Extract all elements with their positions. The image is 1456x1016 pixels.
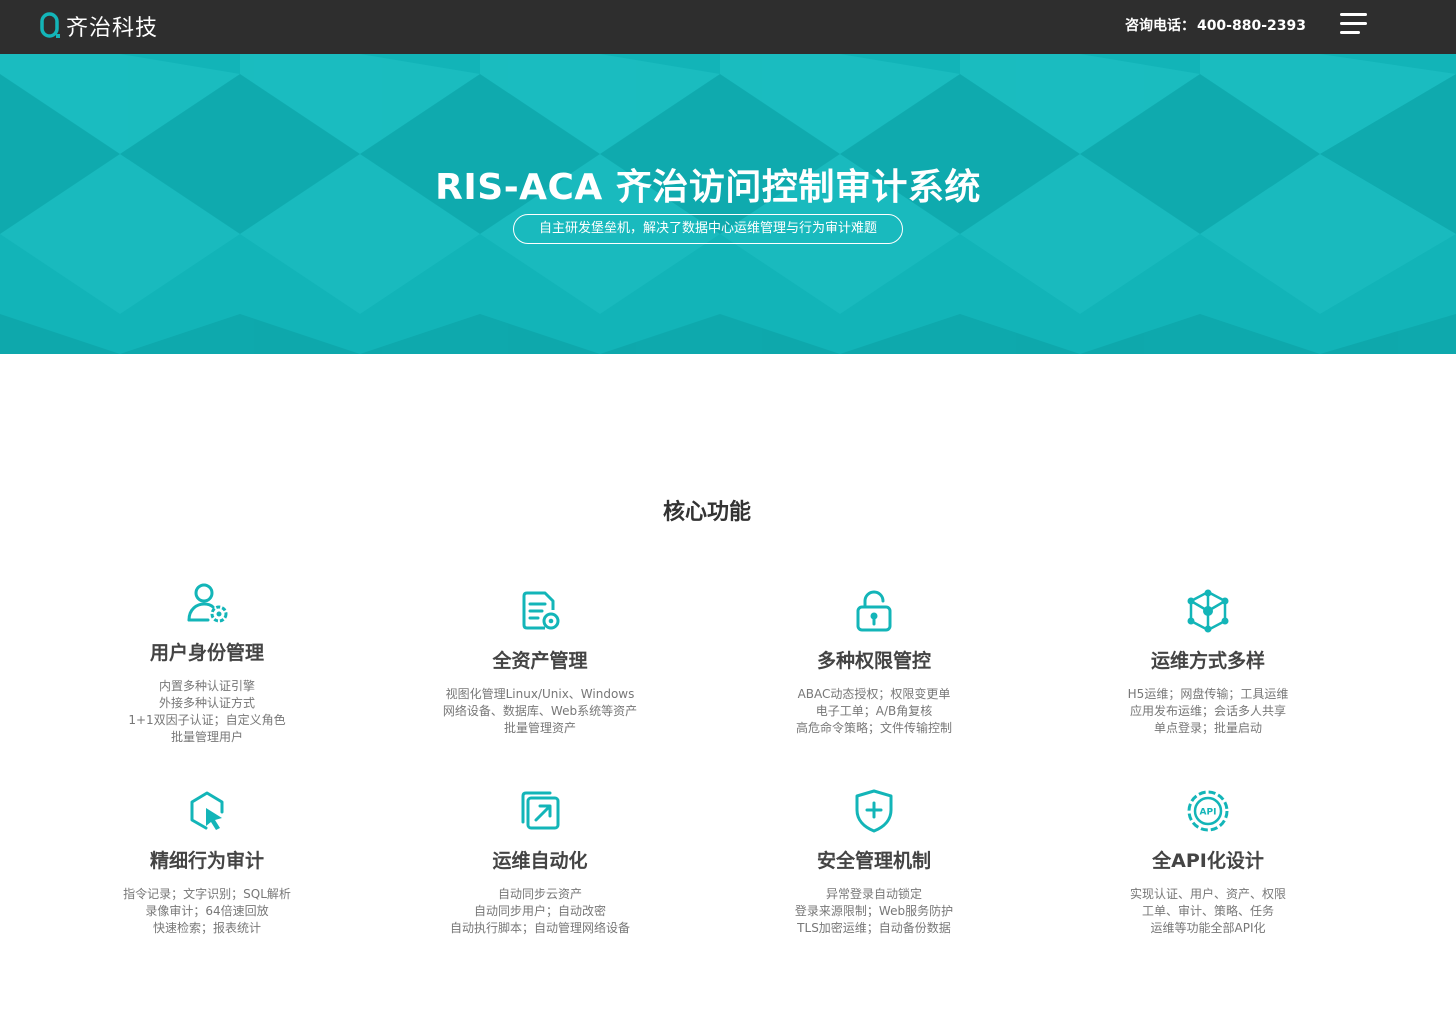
feature-description: 实现认证、用户、资产、权限 工单、审计、策略、任务 运维等功能全部API化 bbox=[1058, 886, 1358, 937]
feature-desc-line: 视图化管理Linux/Unix、Windows bbox=[445, 687, 635, 701]
feature-desc-line: ABAC动态授权；权限变更单 bbox=[797, 687, 951, 701]
feature-desc-line: 内置多种认证引擎 bbox=[158, 679, 255, 693]
feature-desc-line: 登录来源限制；Web服务防护 bbox=[794, 904, 954, 918]
document-gear-icon bbox=[522, 591, 560, 630]
feature-description: 内置多种认证引擎 外接多种认证方式 1+1双因子认证；自定义角色 批量管理用户 bbox=[57, 678, 357, 746]
feature-title: 全API化设计 bbox=[1152, 850, 1264, 872]
feature-description: 异常登录自动锁定 登录来源限制；Web服务防护 TLS加密运维；自动备份数据 bbox=[724, 886, 1024, 937]
feature-title: 安全管理机制 bbox=[816, 850, 931, 872]
feature-desc-line: 运维等功能全部API化 bbox=[1150, 921, 1266, 935]
brand-logo[interactable]: 齐治科技 bbox=[40, 11, 158, 41]
hamburger-menu-icon[interactable] bbox=[1340, 13, 1368, 35]
top-navigation-bar: 齐治科技 咨询电话： 400-880-2393 bbox=[0, 0, 1456, 54]
feature-desc-line: 自动执行脚本；自动管理网络设备 bbox=[449, 921, 630, 935]
feature-desc-line: 应用发布运维；会话多人共享 bbox=[1129, 704, 1286, 718]
shield-plus-icon bbox=[855, 789, 893, 833]
feature-title: 运维方式多样 bbox=[1150, 650, 1265, 672]
feature-title: 全资产管理 bbox=[492, 650, 588, 672]
feature-desc-line: 指令记录；文字识别；SQL解析 bbox=[123, 887, 291, 901]
feature-description: 指令记录；文字识别；SQL解析 录像审计；64倍速回放 快速检索；报表统计 bbox=[57, 886, 357, 937]
feature-description: ABAC动态授权；权限变更单 电子工单；A/B角复核 高危命令策略；文件传输控制 bbox=[724, 686, 1024, 737]
feature-description: 自动同步云资产 自动同步用户；自动改密 自动执行脚本；自动管理网络设备 bbox=[390, 886, 690, 937]
feature-desc-line: 录像审计；64倍速回放 bbox=[145, 904, 269, 918]
cursor-hexagon-icon bbox=[190, 791, 224, 830]
feature-desc-line: TLS加密运维；自动备份数据 bbox=[797, 921, 951, 935]
feature-desc-line: 自动同步用户；自动改密 bbox=[473, 904, 606, 918]
feature-card-operation-modes: 运维方式多样 H5运维；网盘传输；工具运维 应用发布运维；会话多人共享 单点登录… bbox=[1058, 588, 1358, 737]
feature-card-permission-control: 多种权限管控 ABAC动态授权；权限变更单 电子工单；A/B角复核 高危命令策略… bbox=[724, 588, 1024, 737]
feature-desc-line: 网络设备、数据库、Web系统等资产 bbox=[442, 704, 638, 718]
feature-description: H5运维；网盘传输；工具运维 应用发布运维；会话多人共享 单点登录；批量启动 bbox=[1058, 686, 1358, 737]
hotline-label: 咨询电话： bbox=[1124, 18, 1195, 34]
feature-desc-line: 自动同步云资产 bbox=[497, 887, 582, 901]
feature-title: 用户身份管理 bbox=[149, 642, 264, 664]
feature-desc-line: 1+1双因子认证；自定义角色 bbox=[128, 713, 286, 727]
feature-title: 多种权限管控 bbox=[816, 650, 931, 672]
feature-title: 精细行为审计 bbox=[149, 850, 264, 872]
hero-subtitle-pill: 自主研发堡垒机，解决了数据中心运维管理与行为审计难题 bbox=[513, 214, 903, 244]
export-arrow-icon bbox=[521, 791, 560, 830]
section-title: 核心功能 bbox=[662, 500, 751, 525]
feature-desc-line: 外接多种认证方式 bbox=[158, 696, 255, 710]
feature-card-asset-management: 全资产管理 视图化管理Linux/Unix、Windows 网络设备、数据库、W… bbox=[390, 588, 690, 737]
feature-desc-line: 工单、审计、策略、任务 bbox=[1141, 904, 1274, 918]
padlock-icon bbox=[856, 590, 892, 632]
feature-card-user-identity: 用户身份管理 内置多种认证引擎 外接多种认证方式 1+1双因子认证；自定义角色 … bbox=[57, 580, 357, 746]
hotline: 咨询电话： 400-880-2393 bbox=[1125, 16, 1306, 36]
feature-card-api-design: API 全API化设计 实现认证、用户、资产、权限 工单、审计、策略、任务 运维… bbox=[1058, 788, 1358, 937]
api-gear-icon: API bbox=[1187, 790, 1229, 832]
hero-title: RIS-ACA 齐治访问控制审计系统 bbox=[435, 167, 981, 208]
hero-banner: RIS-ACA 齐治访问控制审计系统 自主研发堡垒机，解决了数据中心运维管理与行… bbox=[0, 54, 1456, 354]
hotline-number[interactable]: 400-880-2393 bbox=[1197, 18, 1306, 34]
network-cube-icon bbox=[1187, 589, 1229, 633]
feature-description: 视图化管理Linux/Unix、Windows 网络设备、数据库、Web系统等资… bbox=[390, 686, 690, 737]
brand-name: 齐治科技 bbox=[66, 16, 159, 41]
feature-desc-line: 实现认证、用户、资产、权限 bbox=[1129, 887, 1286, 901]
feature-desc-line: 快速检索；报表统计 bbox=[152, 921, 261, 935]
feature-card-security-mechanism: 安全管理机制 异常登录自动锁定 登录来源限制；Web服务防护 TLS加密运维；自… bbox=[724, 788, 1024, 937]
feature-desc-line: H5运维；网盘传输；工具运维 bbox=[1127, 687, 1289, 701]
brand-logo-icon bbox=[40, 12, 60, 38]
feature-card-behavior-audit: 精细行为审计 指令记录；文字识别；SQL解析 录像审计；64倍速回放 快速检索；… bbox=[57, 788, 357, 937]
feature-card-automation: 运维自动化 自动同步云资产 自动同步用户；自动改密 自动执行脚本；自动管理网络设… bbox=[390, 788, 690, 937]
feature-desc-line: 批量管理资产 bbox=[503, 721, 576, 735]
feature-desc-line: 高危命令策略；文件传输控制 bbox=[795, 721, 952, 735]
user-gear-icon bbox=[187, 583, 228, 623]
svg-text:API: API bbox=[1200, 808, 1217, 818]
feature-desc-line: 单点登录；批量启动 bbox=[1153, 721, 1262, 735]
feature-desc-line: 批量管理用户 bbox=[170, 730, 243, 744]
feature-desc-line: 异常登录自动锁定 bbox=[825, 887, 922, 901]
feature-desc-line: 电子工单；A/B角复核 bbox=[815, 704, 933, 718]
feature-title: 运维自动化 bbox=[492, 850, 588, 872]
